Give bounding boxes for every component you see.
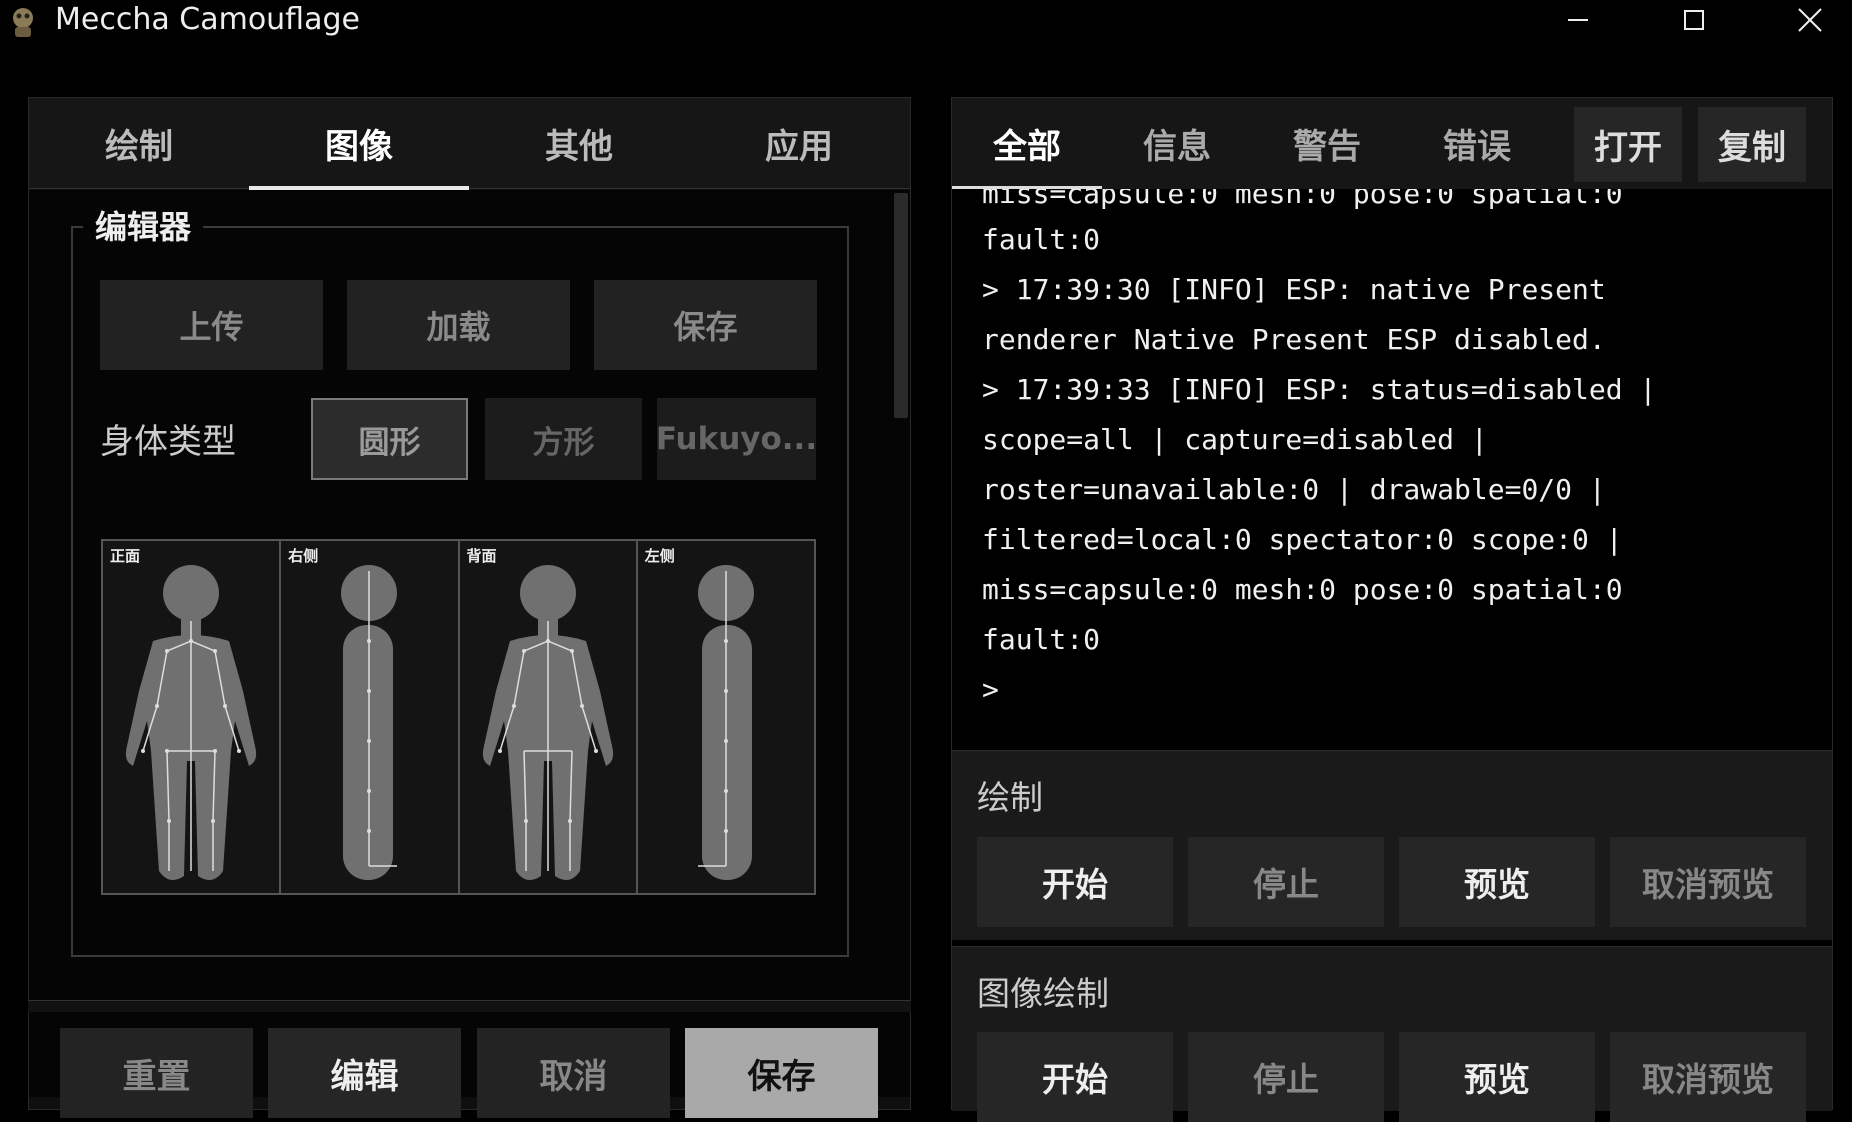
image-draw-start-button[interactable]: 开始 (977, 1032, 1173, 1122)
back-body-silhouette (482, 565, 613, 880)
log-line: > 17:39:30 [INFO] ESP: native Present (982, 273, 1606, 306)
upload-button[interactable]: 上传 (100, 280, 323, 370)
body-type-round-button[interactable]: 圆形 (311, 398, 468, 480)
footer-save-button[interactable]: 保存 (685, 1028, 878, 1118)
draw-cancel-preview-button[interactable]: 取消预览 (1610, 837, 1806, 927)
window-title: Meccha Camouflage (55, 2, 360, 37)
draw-section: 绘制 开始 停止 预览 取消预览 (952, 750, 1832, 940)
scrollbar-thumb[interactable] (894, 193, 908, 418)
tab-log-all[interactable]: 全部 (952, 98, 1102, 189)
editor-footer-bar (28, 1000, 911, 1012)
tab-log-warning[interactable]: 警告 (1252, 98, 1402, 189)
image-draw-section: 图像绘制 开始 停止 预览 取消预览 (952, 946, 1832, 1122)
log-line: roster=unavailable:0 | drawable=0/0 | (982, 473, 1606, 506)
draw-section-title: 绘制 (977, 778, 1043, 817)
close-icon (1798, 8, 1822, 32)
body-type-square-button[interactable]: 方形 (485, 398, 642, 480)
log-line: filtered=local:0 spectator:0 scope:0 | (982, 523, 1623, 556)
image-draw-stop-button[interactable]: 停止 (1188, 1032, 1384, 1122)
front-body-silhouette (125, 565, 257, 880)
image-draw-preview-button[interactable]: 预览 (1399, 1032, 1595, 1122)
app-logo-icon (13, 8, 33, 37)
body-type-fukuyo-button[interactable]: Fukuyo... (656, 398, 817, 480)
draw-start-button[interactable]: 开始 (977, 837, 1173, 927)
left-tab-bar: 绘制 图像 其他 应用 (29, 98, 910, 190)
log-prompt: > (982, 673, 999, 706)
tab-image[interactable]: 图像 (249, 98, 469, 190)
tab-apply[interactable]: 应用 (689, 98, 909, 189)
editor-legend: 编辑器 (83, 202, 204, 248)
log-output[interactable]: miss=capsule:0 mesh:0 pose:0 spatial:0 f… (952, 189, 1832, 843)
tab-log-error[interactable]: 错误 (1402, 98, 1552, 189)
image-draw-cancel-preview-button[interactable]: 取消预览 (1610, 1032, 1806, 1122)
log-line: > 17:39:33 [INFO] ESP: status=disabled | (982, 373, 1657, 406)
maximize-button[interactable] (1664, 0, 1724, 40)
log-line: scope=all | capture=disabled | (982, 423, 1488, 456)
log-panel: 全部 信息 警告 错误 打开 复制 miss=capsule:0 mesh:0 … (951, 97, 1833, 1122)
body-type-label: 身体类型 (100, 422, 236, 462)
image-draw-section-title: 图像绘制 (977, 974, 1109, 1013)
log-line: renderer Native Present ESP disabled. (982, 323, 1606, 356)
log-line: fault:0 (982, 223, 1101, 256)
log-line: miss=capsule:0 mesh:0 pose:0 spatial:0 (982, 573, 1623, 606)
edit-button[interactable]: 编辑 (268, 1028, 461, 1118)
left-side-body-silhouette (697, 565, 754, 880)
tab-draw[interactable]: 绘制 (29, 98, 249, 189)
cancel-button[interactable]: 取消 (477, 1028, 670, 1118)
open-log-button[interactable]: 打开 (1574, 107, 1682, 182)
log-tab-bar: 全部 信息 警告 错误 打开 复制 (952, 98, 1832, 189)
view-front[interactable]: 正面 (103, 541, 282, 893)
log-line: miss=capsule:0 mesh:0 pose:0 spatial:0 (982, 189, 1623, 210)
log-line: fault:0 (982, 623, 1101, 656)
view-right[interactable]: 右侧 (281, 541, 460, 893)
view-left[interactable]: 左侧 (638, 541, 814, 893)
editor-scrollbar[interactable] (890, 193, 908, 1093)
draw-preview-button[interactable]: 预览 (1399, 837, 1595, 927)
draw-stop-button[interactable]: 停止 (1188, 837, 1384, 927)
close-button[interactable] (1780, 0, 1840, 40)
maximize-icon (1684, 10, 1704, 30)
minimize-icon (1568, 19, 1588, 21)
tab-log-info[interactable]: 信息 (1102, 98, 1252, 189)
tab-other[interactable]: 其他 (469, 98, 689, 189)
body-figure-canvas[interactable]: 正面 右侧 背面 左侧 (101, 539, 816, 895)
right-side-body-silhouette (341, 565, 398, 880)
copy-log-button[interactable]: 复制 (1698, 107, 1806, 182)
reset-button[interactable]: 重置 (60, 1028, 253, 1118)
minimize-button[interactable] (1548, 0, 1608, 40)
view-back[interactable]: 背面 (460, 541, 638, 893)
load-button[interactable]: 加载 (347, 280, 570, 370)
save-button[interactable]: 保存 (594, 280, 817, 370)
title-bar: Meccha Camouflage (0, 0, 1852, 44)
